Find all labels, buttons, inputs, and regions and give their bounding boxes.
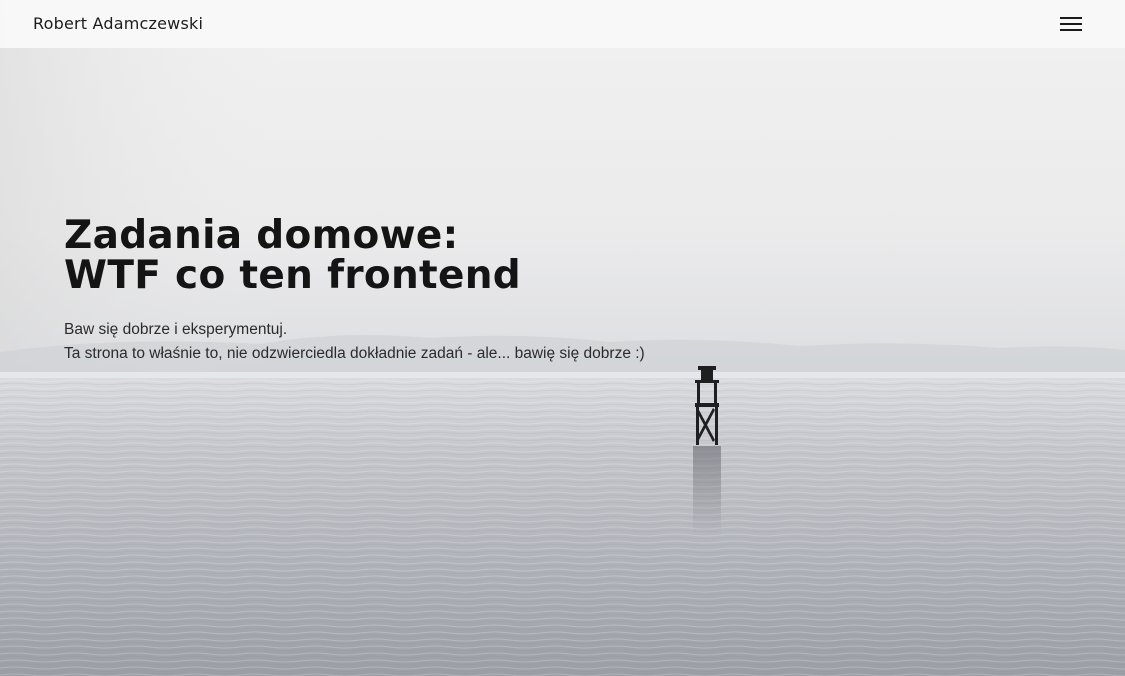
menu-bar-line xyxy=(1060,23,1082,25)
hamburger-menu-icon[interactable] xyxy=(1056,13,1086,35)
hero-subtitle-line-2: Ta strona to właśnie to, nie odzwiercied… xyxy=(64,345,645,362)
menu-bar-line xyxy=(1060,17,1082,19)
hero-content: Zadania domowe: WTF co ten frontend Baw … xyxy=(64,216,645,366)
hero-subtitle: Baw się dobrze i eksperymentuj. Ta stron… xyxy=(64,318,645,366)
hero-title: Zadania domowe: WTF co ten frontend xyxy=(64,216,645,296)
hero-subtitle-line-1: Baw się dobrze i eksperymentuj. xyxy=(64,321,288,338)
page: Robert Adamczewski Zadania domowe: WTF c… xyxy=(0,0,1125,676)
menu-bar-line xyxy=(1060,29,1082,31)
brand-link[interactable]: Robert Adamczewski xyxy=(33,14,203,34)
hero-title-line-2: WTF co ten frontend xyxy=(64,253,521,298)
top-navbar: Robert Adamczewski xyxy=(0,0,1125,48)
hero-title-line-1: Zadania domowe: xyxy=(64,213,459,258)
